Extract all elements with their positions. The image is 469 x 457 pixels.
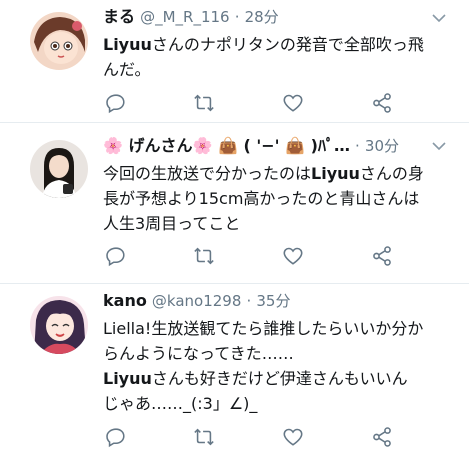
display-name[interactable]: まる (103, 7, 135, 26)
display-name[interactable]: 🌸 げんさん🌸 👜 ( '−' 👜 )ﾊﾟ… (103, 136, 350, 155)
share-icon[interactable] (371, 245, 395, 269)
text-fragment: さんも好きだけど伊達さんもいいん (151, 369, 408, 388)
like-icon[interactable] (282, 426, 306, 450)
avatar[interactable] (30, 296, 88, 354)
reply-icon[interactable] (105, 245, 129, 269)
text-fragment: さんの身 (359, 164, 424, 183)
tweet[interactable]: まる @_M_R_116 · 28分 Liyuuさんのナポリタンの発音で全部吹っ… (0, 0, 469, 122)
text-fragment: んだ。 (103, 60, 151, 79)
retweet-icon[interactable] (193, 426, 217, 450)
tweet-actions (103, 245, 403, 269)
timestamp[interactable]: 35分 (256, 292, 290, 310)
text-fragment: 人生3周目ってこと (103, 214, 241, 233)
chevron-down-icon[interactable] (431, 138, 447, 154)
text-fragment: さんのナポリタンの発音で全部吹っ飛 (151, 35, 424, 54)
tweet-actions (103, 92, 403, 116)
text-line: Liyuuさんも好きだけど伊達さんもいいん (103, 366, 448, 391)
mention-text[interactable]: Liyuu (311, 164, 360, 183)
separator-dot: · (246, 292, 252, 310)
mention-text[interactable]: Liyuu (103, 369, 152, 388)
like-icon[interactable] (282, 92, 306, 116)
text-line: らんようになってきた…… (103, 341, 448, 366)
text-fragment: じゃあ……_(:3」∠)_ (103, 394, 258, 413)
retweet-icon[interactable] (193, 92, 217, 116)
avatar[interactable] (30, 12, 88, 70)
avatar[interactable] (30, 140, 88, 198)
retweet-icon[interactable] (193, 245, 217, 269)
tweet-feed: まる @_M_R_116 · 28分 Liyuuさんのナポリタンの発音で全部吹っ… (0, 0, 469, 457)
handle[interactable]: @_M_R_116 (140, 8, 230, 26)
tweet-header: 🌸 げんさん🌸 👜 ( '−' 👜 )ﾊﾟ… · 30分 (103, 133, 399, 159)
display-name[interactable]: kano (103, 291, 147, 310)
text-fragment: 長が予想より15cm高かったのと青山さんは (103, 189, 420, 208)
share-icon[interactable] (371, 92, 395, 116)
tweet-header: kano @kano1298 · 35分 (103, 288, 290, 314)
tweet-text: Liella!生放送観てたら誰推したらいいか分か らんようになってきた…… Li… (103, 316, 448, 416)
text-fragment: 今回の生放送で分かったのは (103, 164, 312, 183)
text-line: んだ。 (103, 57, 448, 82)
separator-dot: · (234, 8, 240, 26)
reply-icon[interactable] (105, 426, 129, 450)
mention-text[interactable]: Liyuu (103, 35, 152, 54)
separator-dot: · (355, 137, 360, 155)
text-fragment: らんようになってきた…… (103, 344, 294, 363)
handle[interactable]: @kano1298 (152, 292, 241, 310)
text-line: 人生3周目ってこと (103, 211, 448, 236)
tweet-actions (103, 426, 403, 450)
text-line: 長が予想より15cm高かったのと青山さんは (103, 186, 448, 211)
text-line: 今回の生放送で分かったのはLiyuuさんの身 (103, 161, 448, 186)
like-icon[interactable] (282, 245, 306, 269)
tweet-text: Liyuuさんのナポリタンの発音で全部吹っ飛 んだ。 (103, 32, 448, 82)
text-line: Liella!生放送観てたら誰推したらいいか分か (103, 316, 448, 341)
tweet[interactable]: kano @kano1298 · 35分 Liella!生放送観てたら誰推したら… (0, 284, 469, 457)
reply-icon[interactable] (105, 92, 129, 116)
timestamp[interactable]: 30分 (365, 137, 399, 155)
text-fragment: Liella!生放送観てたら誰推したらいいか分か (103, 319, 424, 338)
tweet[interactable]: 🌸 げんさん🌸 👜 ( '−' 👜 )ﾊﾟ… · 30分 今回の生放送で分かった… (0, 123, 469, 283)
tweet-header: まる @_M_R_116 · 28分 (103, 4, 279, 30)
chevron-down-icon[interactable] (431, 10, 447, 26)
text-line: じゃあ……_(:3」∠)_ (103, 391, 448, 416)
tweet-text: 今回の生放送で分かったのはLiyuuさんの身 長が予想より15cm高かったのと青… (103, 161, 448, 236)
timestamp[interactable]: 28分 (245, 8, 279, 26)
text-line: Liyuuさんのナポリタンの発音で全部吹っ飛 (103, 32, 448, 57)
share-icon[interactable] (371, 426, 395, 450)
